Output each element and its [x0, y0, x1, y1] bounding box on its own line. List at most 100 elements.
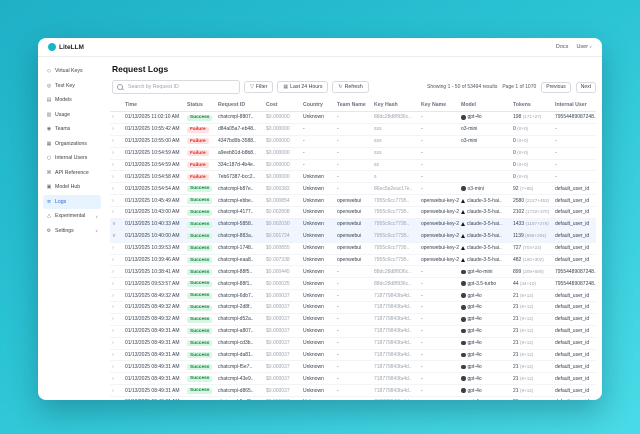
table-row[interactable]: ›01/13/2025 10:39:46 AMSuccesschatcmpl-e… — [110, 254, 596, 266]
cell-request-id: chatcmpl-1748.. — [216, 242, 264, 254]
expand-row-icon[interactable]: › — [112, 281, 114, 287]
user-menu[interactable]: User∨ — [576, 44, 592, 50]
sidebar-item-api-reference[interactable]: ⌘API Reference — [43, 166, 101, 181]
expand-row-icon[interactable]: › — [112, 174, 114, 180]
sidebar-item-experimental[interactable]: △Experimental∨ — [43, 209, 101, 224]
table-row[interactable]: ›01/13/2025 08:49:32 AMSuccesschatcmpl-2… — [110, 302, 596, 314]
table-row[interactable]: ›01/13/2025 11:02:10 AMSuccesschatcmpl-8… — [110, 112, 596, 124]
sidebar-item-models[interactable]: ▤Models — [43, 93, 101, 108]
sidebar-item-logs[interactable]: ≡Logs — [43, 195, 101, 210]
sidebar-item-teams[interactable]: ◉Teams — [43, 122, 101, 137]
table-row[interactable]: ›01/13/2025 08:49:32 AMSuccesschatcmpl-d… — [110, 313, 596, 325]
cell-key-name: openwebui-key-2 — [419, 242, 459, 254]
filter-button[interactable]: ▽ Filter — [244, 81, 273, 93]
time-range-button[interactable]: ▦ Last 24 Hours — [277, 81, 328, 93]
table-row[interactable]: ›01/13/2025 08:49:31 AMSuccesschatcmpl-a… — [110, 325, 596, 337]
expand-row-icon[interactable]: › — [112, 364, 114, 370]
sidebar-item-internal-users[interactable]: ○Internal Users — [43, 151, 101, 166]
expand-row-icon[interactable]: › — [112, 138, 114, 144]
cell-key-hash: 718779843fa4d.. — [372, 385, 419, 397]
cell-tokens-total: 2580 — [513, 198, 524, 204]
table-row[interactable]: ∨01/13/2025 10:40:33 AMSuccesschatcmpl-5… — [110, 218, 596, 230]
sidebar-item-virtual-keys[interactable]: ◇Virtual Keys — [43, 64, 101, 79]
cell-key-name: openwebui-key-2 — [419, 207, 459, 219]
expand-row-icon[interactable]: › — [112, 399, 114, 400]
cell-cost: $0.000037 — [264, 349, 301, 361]
search-input[interactable] — [112, 80, 240, 94]
table-row[interactable]: ›01/13/2025 08:49:31 AMSuccesschatcmpl-d… — [110, 349, 596, 361]
sidebar-item-test-key[interactable]: ◎Test Key — [43, 79, 101, 94]
experimental-icon: △ — [46, 213, 52, 219]
expand-row-icon[interactable]: › — [112, 150, 114, 156]
previous-page-button[interactable]: Previous — [541, 82, 570, 93]
organizations-icon: ▦ — [46, 141, 52, 147]
logs-table-container[interactable]: TimeStatusRequest IDCostCountryTeam Name… — [110, 99, 596, 400]
column-header-team-name: Team Name — [335, 99, 372, 112]
sidebar-item-usage[interactable]: ▥Usage — [43, 108, 101, 123]
expand-row-icon[interactable]: › — [112, 340, 114, 346]
cell-request-id: chatcmpl-da81.. — [216, 349, 264, 361]
expand-row-icon[interactable]: ∨ — [112, 233, 116, 239]
cell-tokens-detail: (0+0) — [517, 162, 528, 167]
table-row[interactable]: ›01/13/2025 08:49:31 AMSuccesschatcmpl-4… — [110, 373, 596, 385]
expand-row-icon[interactable]: › — [112, 316, 114, 322]
expand-row-icon[interactable]: ∨ — [112, 221, 116, 227]
table-row[interactable]: ›01/13/2025 10:54:59 AMFailure334c187d-4… — [110, 159, 596, 171]
table-row[interactable]: ›01/13/2025 10:39:53 AMSuccesschatcmpl-1… — [110, 242, 596, 254]
table-row[interactable]: ›01/13/2025 08:49:31 AMSuccesschatcmpl-d… — [110, 385, 596, 397]
expand-row-icon[interactable]: › — [112, 257, 114, 263]
sidebar-item-label: API Reference — [55, 170, 89, 176]
status-badge: Success — [187, 340, 212, 346]
expand-row-icon[interactable]: › — [112, 209, 114, 215]
expand-row-icon[interactable]: › — [112, 198, 114, 204]
expand-row-icon[interactable]: › — [112, 304, 114, 310]
cell-internal-user: default_user_id — [553, 373, 596, 385]
expand-row-icon[interactable]: › — [112, 186, 114, 192]
sidebar-item-settings[interactable]: ⚙Settings∨ — [43, 224, 101, 239]
expand-row-icon[interactable]: › — [112, 114, 114, 120]
table-row[interactable]: ›01/13/2025 10:55:00 AMFailure4347bd9b-3… — [110, 135, 596, 147]
expand-row-icon[interactable]: › — [112, 376, 114, 382]
expand-row-icon[interactable]: › — [112, 293, 114, 299]
table-row[interactable]: ∨01/13/2025 10:40:00 AMSuccesschatcmpl-8… — [110, 230, 596, 242]
cell-model: gpt-4o — [468, 293, 482, 299]
table-row[interactable]: ›01/13/2025 08:49:31 AMSuccesschatcmpl-c… — [110, 337, 596, 349]
table-row[interactable]: ›01/13/2025 10:43:00 AMSuccesschatcmpl-4… — [110, 207, 596, 219]
cell-country: Unknown — [301, 278, 335, 290]
table-row[interactable]: ›01/13/2025 10:38:41 AMSuccesschatcmpl-8… — [110, 266, 596, 278]
search-field[interactable] — [126, 83, 235, 91]
anthropic-model-icon — [461, 199, 465, 203]
table-row[interactable]: ›01/13/2025 08:49:31 AMSuccesschatcmpl-f… — [110, 361, 596, 373]
cell-internal-user: default_user_id — [553, 337, 596, 349]
expand-row-icon[interactable]: › — [112, 328, 114, 334]
docs-link[interactable]: Docs — [556, 44, 569, 50]
expand-row-icon[interactable]: › — [112, 162, 114, 168]
cell-key-name: - — [419, 325, 459, 337]
next-page-button[interactable]: Next — [576, 82, 596, 93]
table-row[interactable]: ›01/13/2025 10:54:59 AMFailurea9eeb81d-b… — [110, 147, 596, 159]
cell-request-id: chatcmpl-88f5.. — [216, 266, 264, 278]
cell-key-name: - — [419, 373, 459, 385]
table-row[interactable]: ›01/13/2025 10:54:58 AMFailure7eb67387-b… — [110, 171, 596, 183]
expand-row-icon[interactable]: › — [112, 388, 114, 394]
expand-row-icon[interactable]: › — [112, 245, 114, 251]
table-row[interactable]: ›01/13/2025 08:49:32 AMSuccesschatcmpl-6… — [110, 290, 596, 302]
table-row[interactable]: ›01/13/2025 10:45:49 AMSuccesschatcmpl-e… — [110, 195, 596, 207]
cell-tokens-total: 21 — [513, 340, 519, 346]
sidebar-item-organizations[interactable]: ▦Organizations — [43, 137, 101, 152]
expand-row-icon[interactable]: › — [112, 126, 114, 132]
cell-cost: $0.000000 — [264, 171, 301, 183]
status-badge: Failure — [187, 174, 209, 180]
cell-request-id: chatcmpl-d865.. — [216, 385, 264, 397]
expand-row-icon[interactable]: › — [112, 352, 114, 358]
table-row[interactable]: ›01/13/2025 10:55:42 AMFailured84a05a7-e… — [110, 123, 596, 135]
expand-row-icon[interactable]: › — [112, 269, 114, 275]
cell-team-name: - — [335, 183, 372, 195]
cell-team-name: - — [335, 373, 372, 385]
table-row[interactable]: ›01/13/2025 08:49:31 AMSuccesschatcmpl-6… — [110, 397, 596, 401]
table-row[interactable]: ›01/13/2025 09:53:57 AMSuccesschatcmpl-8… — [110, 278, 596, 290]
refresh-button[interactable]: ↻ Refresh — [332, 81, 368, 93]
sidebar-item-model-hub[interactable]: ▣Model Hub — [43, 180, 101, 195]
table-row[interactable]: ›01/13/2025 10:54:54 AMSuccesschatcmpl-b… — [110, 183, 596, 195]
cell-time: 01/13/2025 10:39:46 AM — [123, 254, 185, 266]
